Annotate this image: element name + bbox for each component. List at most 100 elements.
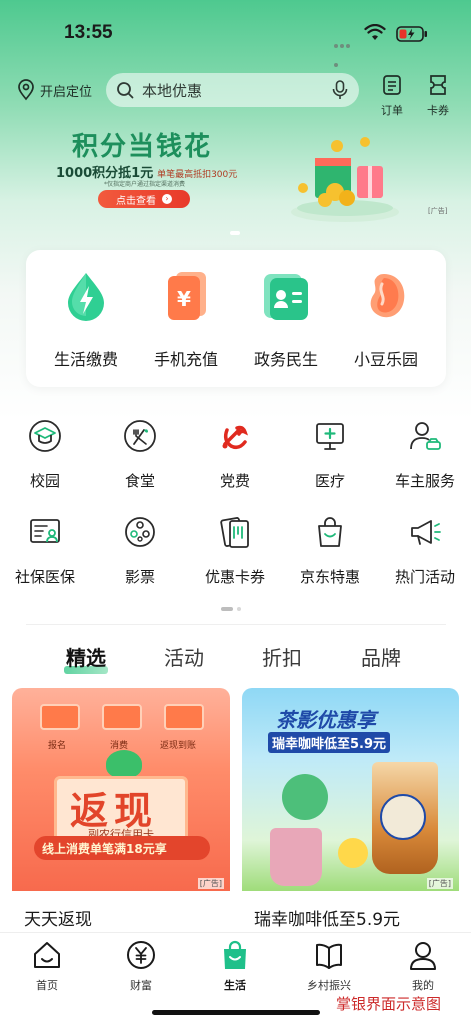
utensils-icon (124, 420, 156, 452)
bean-icon (370, 274, 405, 318)
grid-item-party-dues[interactable]: 党费 (188, 418, 282, 491)
grid-item-social-security[interactable]: 社保医保 (0, 514, 92, 587)
home-icon (34, 942, 60, 968)
banner-title: 积分当钱花 (72, 132, 213, 162)
shopping-bag-icon (318, 517, 342, 547)
nav-label: 生活 (224, 979, 246, 992)
megaphone-icon (411, 520, 441, 545)
tab-activities[interactable]: 活动 (164, 642, 204, 671)
grid-item-movie-tickets[interactable]: 影票 (93, 514, 187, 587)
shopping-bag-icon (224, 940, 246, 969)
orders-label: 订单 (381, 104, 403, 117)
yuan-phone-icon: ¥ (168, 272, 206, 320)
nav-rural-revitalization[interactable]: 乡村振兴 (294, 939, 364, 993)
grid-item-label: 医疗 (314, 472, 345, 490)
flow-step-label: 返现到账 (160, 741, 197, 751)
grid-item-label: 京东特惠 (299, 568, 360, 586)
service-label: 生活缴费 (53, 350, 118, 369)
luckin-promo-image: 茶影优惠享 瑞幸咖啡低至5.9元 (242, 688, 459, 891)
lightning-drop-icon (68, 273, 104, 321)
service-government[interactable]: 政务民生 (236, 270, 336, 370)
graduation-cap-icon (29, 420, 61, 452)
service-label: 政务民生 (253, 350, 318, 369)
feed-caption: 天天返现 (24, 910, 92, 930)
cashback-promo-text: 线上消费单笔满18元享 (42, 842, 167, 856)
nav-mine[interactable]: 我的 (388, 939, 458, 993)
grid-item-medical[interactable]: 医疗 (283, 418, 377, 491)
id-card-icon (264, 274, 308, 320)
feed-ad-tag: [广告] (426, 878, 453, 889)
grid-item-car-owner[interactable]: 车主服务 (378, 418, 471, 491)
feed-card-cashback[interactable]: 报名 消费 返现到账 返现 副农行信用卡 线上消费单笔满18元享 [广告] 天天… (12, 688, 230, 938)
grid-item-label: 影票 (124, 568, 155, 586)
order-list-icon (383, 75, 401, 95)
feed-ad-tag: [广告] (197, 878, 224, 889)
feed-caption: 瑞幸咖啡低至5.9元 (254, 910, 401, 930)
status-time: 13:55 (64, 22, 113, 43)
book-icon (316, 943, 342, 969)
grid-item-label: 食堂 (124, 472, 155, 490)
grid-item-canteen[interactable]: 食堂 (93, 418, 187, 491)
grid-item-label: 车主服务 (394, 472, 455, 490)
cashback-promo-image: 报名 消费 返现到账 返现 副农行信用卡 线上消费单笔满18元享 (12, 688, 230, 891)
banner-ad-tag: [广告] (428, 207, 448, 215)
party-emblem-icon (222, 425, 248, 450)
grid-item-label: 社保医保 (14, 568, 75, 586)
search-placeholder: 本地优惠 (142, 81, 203, 100)
arrow-right-icon: › (162, 194, 172, 204)
watermark-text: 掌银界面示意图 (336, 995, 442, 1013)
social-security-icon (30, 519, 60, 543)
tab-featured[interactable]: 精选 (66, 642, 106, 671)
svg-text:¥: ¥ (177, 287, 191, 311)
grid-item-label: 党费 (219, 472, 250, 490)
search-icon (117, 82, 134, 99)
home-indicator (152, 1010, 320, 1015)
service-bean-park[interactable]: 小豆乐园 (336, 270, 436, 370)
tab-discounts[interactable]: 折扣 (262, 642, 302, 671)
search-input[interactable]: 本地优惠 (106, 73, 359, 107)
user-icon (410, 942, 436, 970)
orders-button[interactable]: 订单 (376, 74, 408, 118)
service-phone-topup[interactable]: ¥ 手机充值 (136, 270, 236, 370)
service-label: 手机充值 (153, 350, 218, 369)
film-reel-icon (125, 517, 155, 547)
grid-item-hot-events[interactable]: 热门活动 (378, 514, 471, 587)
nav-wealth[interactable]: 财富 (106, 939, 176, 993)
yuan-circle-icon (127, 941, 155, 969)
battery-icon (396, 26, 427, 42)
flow-step-label: 报名 (48, 741, 67, 751)
coupon-cards-icon (220, 517, 249, 548)
grid-pager-indicator (221, 598, 245, 617)
location-button[interactable]: 开启定位 (16, 78, 92, 102)
status-bar: 13:55 (0, 0, 471, 67)
nav-label: 我的 (412, 979, 434, 992)
wifi-icon (364, 24, 386, 40)
feed-card-luckin[interactable]: 茶影优惠享 瑞幸咖啡低至5.9元 [广告] 瑞幸咖啡低至5.9元 (242, 688, 459, 938)
signal-dots-icon (334, 33, 356, 67)
nav-label: 乡村振兴 (307, 979, 351, 992)
nav-life[interactable]: 生活 (200, 939, 270, 993)
service-utility-payment[interactable]: 生活缴费 (36, 270, 136, 370)
luckin-promo-text: 瑞幸咖啡低至5.9元 (268, 732, 391, 753)
banner-cta-label: 点击查看 (116, 195, 156, 207)
grid-item-coupons[interactable]: 优惠卡券 (188, 514, 282, 587)
grid-item-campus[interactable]: 校园 (0, 418, 92, 491)
grid-item-label: 优惠卡券 (204, 568, 265, 586)
location-label: 开启定位 (40, 84, 93, 100)
luckin-headline: 茶影优惠享 (276, 708, 376, 732)
medical-monitor-icon (316, 423, 344, 450)
grid-item-label: 校园 (29, 472, 60, 490)
mascot-character-icon (282, 774, 328, 820)
car-user-icon (410, 422, 441, 450)
tab-brands[interactable]: 品牌 (361, 642, 401, 671)
promo-banner[interactable]: 积分当钱花 1000积分抵1元 单笔最高抵扣300元 *仅指定商户通过指定渠道消… (0, 118, 471, 223)
banner-pager-indicator (230, 231, 240, 235)
coupons-label: 卡券 (427, 104, 449, 117)
nav-home[interactable]: 首页 (12, 939, 82, 993)
grid-item-jd-deals[interactable]: 京东特惠 (283, 514, 377, 587)
section-divider (26, 624, 446, 625)
microphone-icon[interactable] (331, 80, 349, 100)
frog-mascot-icon (106, 750, 142, 778)
banner-cta-button[interactable]: 点击查看 › (98, 190, 190, 208)
coupons-button[interactable]: 卡券 (422, 74, 454, 118)
